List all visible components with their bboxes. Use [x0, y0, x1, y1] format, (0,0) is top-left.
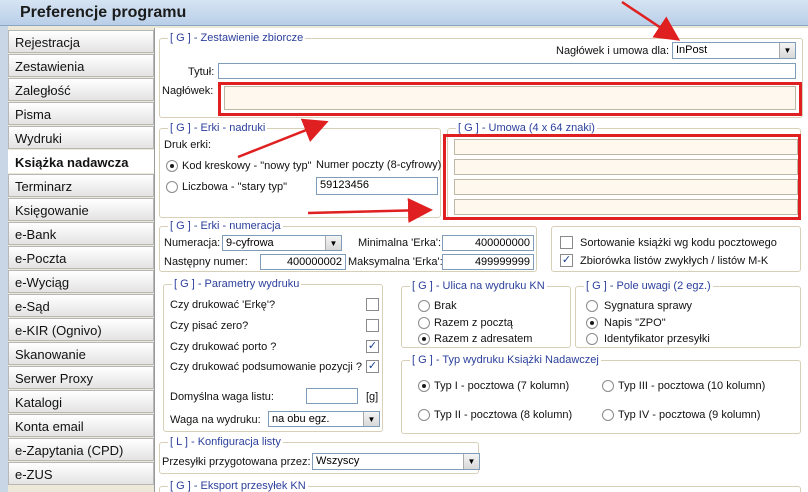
annotation-arrows [237, 0, 681, 223]
annotation-arrow-umowa [307, 198, 433, 223]
annotation-arrow-top [621, 0, 681, 41]
annotation-arrow-erki [237, 118, 329, 159]
